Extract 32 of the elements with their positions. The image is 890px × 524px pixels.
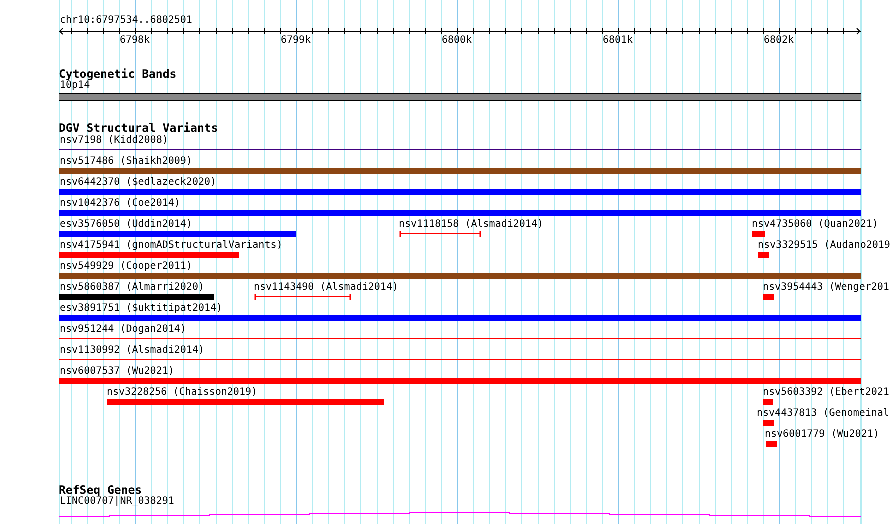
- variant-label: nsv5860387 (Almarri2020): [60, 282, 204, 293]
- variant-label: nsv3954443 (Wenger201: [763, 282, 890, 293]
- variant-label: nsv3228256 (Chaisson2019): [107, 387, 258, 398]
- variant-label: nsv1042376 (Coe2014): [60, 198, 180, 209]
- variant-label: nsv4735060 (Quan2021): [752, 219, 878, 230]
- variant-label: esv3891751 ($uktitipat2014): [60, 303, 223, 314]
- tick-label: 6800k: [442, 35, 472, 46]
- variant-label: nsv1130992 (Alsmadi2014): [60, 345, 204, 356]
- track-title: DGV Structural Variants: [59, 122, 218, 134]
- variant-label: nsv4437813 (Genomeinal: [757, 408, 890, 419]
- variant-label: nsv6007537 (Wu2021): [60, 366, 174, 377]
- position-label: chr10:6797534..6802501: [60, 15, 192, 26]
- band-label: 10p14: [60, 80, 90, 91]
- tick-label: 6801k: [602, 35, 634, 46]
- variant-label: nsv1143490 (Alsmadi2014): [254, 282, 398, 293]
- variant-label: nsv549929 (Cooper2011): [60, 261, 192, 272]
- variant-label: nsv517486 (Shaikh2009): [60, 156, 192, 167]
- variant-label: nsv6442370 ($edlazeck2020): [60, 177, 217, 188]
- tick-label: 6802k: [764, 35, 794, 46]
- variant-label: nsv3329515 (Audano2019: [758, 240, 890, 251]
- track-title: Cytogenetic Bands: [59, 68, 177, 80]
- variant-label: esv3576050 (Uddin2014): [60, 219, 192, 230]
- tick-label: 6799k: [280, 35, 312, 46]
- variant-label: nsv6001779 (Wu2021): [765, 429, 880, 440]
- gene-label: LINC00707|NR_038291: [60, 496, 174, 507]
- tick-label: 6798k: [120, 35, 150, 46]
- track-title: RefSeq Genes: [59, 484, 142, 496]
- variant-label: nsv951244 (Dogan2014): [60, 324, 186, 335]
- variant-label: nsv4175941 (gnomADStructuralVariants): [60, 240, 283, 251]
- variant-label: nsv5603392 (Ebert2021: [763, 387, 890, 398]
- variant-label: nsv1118158 (Alsmadi2014): [399, 219, 544, 230]
- variant-label: nsv7198 (Kidd2008): [60, 135, 168, 146]
